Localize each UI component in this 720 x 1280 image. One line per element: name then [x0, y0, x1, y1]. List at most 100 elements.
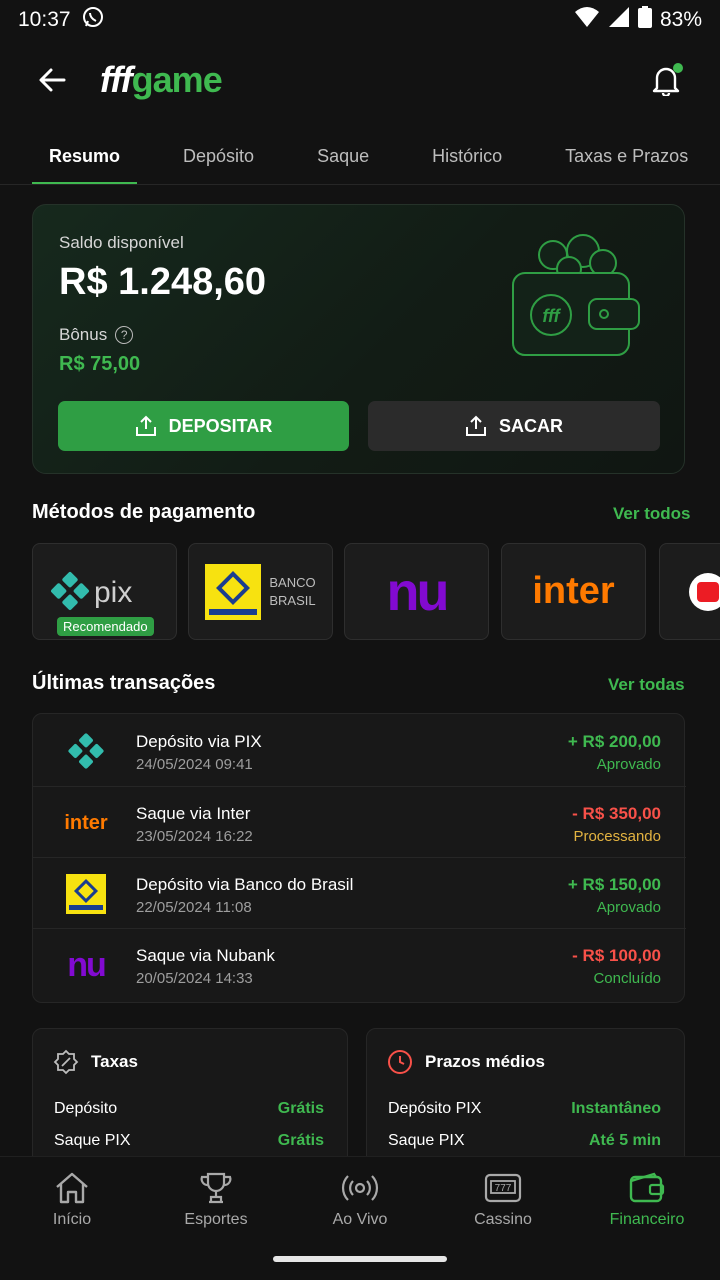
transaction-row[interactable]: nu Saque via Nubank 20/05/2024 14:33 - R… — [33, 928, 686, 999]
nav-label: Ao Vivo — [332, 1211, 388, 1228]
transaction-status: Concluído — [593, 970, 661, 987]
inter-logo: inter — [532, 570, 615, 612]
tab-saque[interactable]: Saque — [300, 128, 386, 184]
nubank-icon: nu — [67, 945, 107, 984]
transaction-date: 23/05/2024 16:22 — [136, 828, 253, 845]
payment-methods-title: Métodos de pagamento — [32, 501, 256, 523]
nav-label: Financeiro — [609, 1211, 685, 1228]
help-icon[interactable]: ? — [115, 326, 134, 344]
nav-financeiro[interactable]: Financeiro — [587, 1171, 707, 1229]
status-indicators: 83% — [574, 6, 702, 34]
nav-cassino[interactable]: 777 Cassino — [443, 1171, 563, 1229]
transactions-list: Depósito via PIX 24/05/2024 09:41 + R$ 2… — [32, 713, 686, 1003]
tab-deposito[interactable]: Depósito — [166, 128, 271, 184]
fee-row: Saque PIX Grátis — [54, 1132, 324, 1149]
transaction-amount: + R$ 150,00 — [567, 875, 661, 894]
itau-logo-icon — [689, 572, 720, 611]
times-title: Prazos médios — [425, 1052, 545, 1071]
home-icon — [56, 1172, 88, 1204]
payment-method-inter[interactable]: inter — [501, 543, 646, 640]
fees-card: Taxas Depósito Grátis Saque PIX Grátis — [32, 1028, 348, 1168]
transaction-row[interactable]: Depósito via Banco do Brasil 22/05/2024 … — [33, 857, 686, 928]
nav-label: Início — [52, 1211, 92, 1228]
tab-bar: Resumo Depósito Saque Histórico Taxas e … — [0, 128, 720, 185]
nav-inicio[interactable]: Início — [12, 1171, 132, 1229]
withdraw-button[interactable]: SACAR — [368, 401, 660, 451]
signal-icon — [608, 6, 630, 34]
transaction-status: Processando — [573, 828, 661, 845]
nubank-logo: nu — [386, 561, 450, 622]
status-bar: 10:37 83% — [0, 0, 720, 40]
recommended-badge: Recomendado — [57, 617, 154, 636]
time-row: Saque PIX Até 5 min — [388, 1132, 661, 1149]
nav-label: Esportes — [184, 1211, 248, 1228]
payment-methods-list: pix Recomendado BANCO BRASIL nu inter — [32, 543, 720, 640]
times-header: Prazos médios — [387, 1049, 545, 1075]
balance-amount: R$ 1.248,60 — [59, 261, 267, 303]
transaction-amount: - R$ 350,00 — [572, 804, 661, 823]
live-icon — [341, 1175, 379, 1201]
tab-historico[interactable]: Histórico — [415, 128, 519, 184]
upload-icon — [135, 415, 156, 436]
transaction-row[interactable]: Depósito via PIX 24/05/2024 09:41 + R$ 2… — [33, 715, 686, 786]
bonus-amount: R$ 75,00 — [59, 353, 141, 375]
banco-brasil-text: BANCO BRASIL — [269, 574, 316, 608]
transaction-amount: - R$ 100,00 — [572, 946, 661, 965]
nav-esportes[interactable]: Esportes — [156, 1171, 276, 1229]
withdraw-button-label: SACAR — [498, 415, 563, 436]
trophy-icon — [200, 1172, 232, 1204]
battery-icon — [637, 6, 652, 34]
deposit-button-label: DEPOSITAR — [168, 415, 273, 436]
tab-taxas-prazos[interactable]: Taxas e Prazos — [548, 128, 705, 184]
wifi-icon — [574, 6, 600, 34]
transaction-title: Depósito via Banco do Brasil — [136, 875, 354, 894]
bb-icon — [63, 874, 109, 914]
fees-header: Taxas — [53, 1049, 138, 1075]
svg-text:fff: fff — [542, 306, 561, 326]
transaction-date: 20/05/2024 14:33 — [136, 970, 253, 987]
transactions-see-all[interactable]: Ver todas — [608, 675, 685, 695]
inter-icon: inter — [64, 811, 108, 834]
balance-card: Saldo disponível R$ 1.248,60 Bônus ? R$ … — [32, 204, 685, 474]
banco-brasil-logo-icon — [205, 563, 262, 620]
slot-icon: 777 — [484, 1173, 522, 1203]
app-header: fffgame — [0, 40, 720, 120]
arrow-left-icon — [39, 68, 66, 92]
payment-method-itau[interactable] — [659, 543, 720, 640]
tab-resumo[interactable]: Resumo — [32, 128, 138, 184]
bonus-label-row: Bônus ? — [59, 325, 134, 345]
transaction-title: Depósito via PIX — [136, 732, 262, 751]
bonus-label: Bônus — [59, 325, 108, 344]
wallet-icon — [629, 1172, 665, 1203]
whatsapp-icon — [81, 5, 105, 35]
payment-method-pix[interactable]: pix Recomendado — [32, 543, 177, 640]
fee-row: Depósito Grátis — [54, 1100, 324, 1117]
back-button[interactable] — [34, 62, 70, 98]
times-card: Prazos médios Depósito PIX Instantâneo S… — [366, 1028, 685, 1168]
status-time: 10:37 — [18, 8, 71, 31]
pix-icon — [63, 731, 109, 771]
logo-fff: fff — [100, 59, 133, 100]
fees-title: Taxas — [91, 1052, 138, 1071]
wallet-illustration-icon: fff — [503, 233, 643, 368]
transaction-date: 24/05/2024 09:41 — [136, 756, 253, 773]
pix-logo-icon: pix — [50, 571, 132, 610]
payment-method-banco-brasil[interactable]: BANCO BRASIL — [188, 543, 333, 640]
payment-method-nubank[interactable]: nu — [344, 543, 489, 640]
deposit-button[interactable]: DEPOSITAR — [58, 401, 349, 451]
battery-percent: 83% — [659, 8, 702, 31]
transaction-date: 22/05/2024 11:08 — [136, 899, 252, 916]
transactions-title: Últimas transações — [32, 672, 216, 694]
notification-dot — [673, 63, 683, 73]
clock-icon — [388, 1050, 412, 1074]
transaction-title: Saque via Inter — [136, 804, 251, 823]
notifications-button[interactable] — [646, 60, 686, 100]
nav-ao-vivo[interactable]: Ao Vivo — [300, 1171, 420, 1229]
transaction-title: Saque via Nubank — [136, 946, 275, 965]
transaction-amount: + R$ 200,00 — [567, 732, 661, 751]
transaction-status: Aprovado — [596, 756, 661, 773]
payment-methods-see-all[interactable]: Ver todos — [613, 504, 690, 524]
home-indicator[interactable] — [273, 1256, 447, 1262]
transaction-row[interactable]: inter Saque via Inter 23/05/2024 16:22 -… — [33, 786, 686, 857]
svg-text:777: 777 — [495, 1183, 512, 1194]
